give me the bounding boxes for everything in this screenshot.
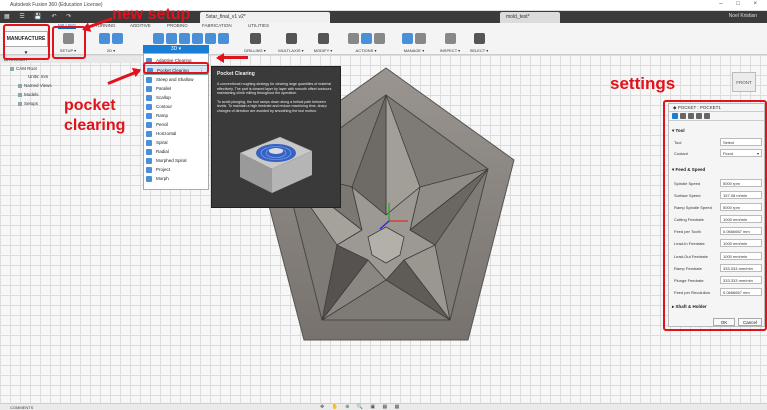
2d-pocket-icon	[112, 33, 123, 44]
3d-adaptive-icon	[153, 33, 164, 44]
3d-scallop-icon	[205, 33, 216, 44]
template-icon	[415, 33, 426, 44]
scissors-icon	[317, 33, 329, 44]
2d-adaptive-icon	[99, 33, 110, 44]
tree-models[interactable]: Models	[18, 92, 39, 97]
measure-icon	[444, 33, 456, 44]
arrow-to-3d-menu	[218, 56, 248, 59]
quick-access-toolbar[interactable]: ▦ ☰ 💾 ↶ ↷	[4, 13, 75, 20]
multiaxis-label: MULTI-AXIS ▾	[278, 48, 304, 53]
simulate-icon	[347, 33, 359, 44]
select-label: SELECT ▾	[469, 48, 489, 53]
ribbon-toolbar: MANUFACTURE ▾ MILLING TURNING ADDITIVE P…	[0, 23, 767, 56]
tooltip-title: Pocket Clearing	[217, 71, 255, 77]
document-tab-mold[interactable]: mold_test*	[500, 12, 560, 23]
eye-icon	[10, 66, 14, 71]
3d-parallel-icon	[179, 33, 190, 44]
threed-menu-header[interactable]: 3D ▾	[143, 45, 209, 53]
modify-group[interactable]: MODIFY ▾	[311, 33, 335, 53]
menu-item-morph[interactable]: Morph	[144, 174, 208, 184]
3d-spiral-icon	[218, 33, 229, 44]
3d-contour-icon	[192, 33, 203, 44]
radial-icon	[146, 149, 152, 155]
3d-pocket-icon	[166, 33, 177, 44]
workspace-highlight-box	[3, 24, 50, 60]
multiaxis-group[interactable]: MULTI-AXIS ▾	[276, 33, 306, 53]
folder-icon	[18, 101, 22, 106]
annotation-pocket-clearing: pocket clearing	[64, 97, 126, 134]
user-name[interactable]: Noel Kristian	[729, 13, 757, 19]
window-controls[interactable]: – □ ×	[719, 1, 763, 7]
parallel-icon	[146, 86, 152, 92]
tab-fabrication[interactable]: FABRICATION	[202, 23, 232, 28]
folder-icon	[18, 83, 22, 88]
morphed-spiral-icon	[146, 158, 152, 164]
actions-group[interactable]: ACTIONS ▾	[342, 33, 390, 53]
tree-setups[interactable]: Setups	[18, 101, 38, 106]
modify-label: MODIFY ▾	[313, 48, 333, 53]
manage-group[interactable]: MANAGE ▾	[398, 33, 430, 53]
pocket-clearing-highlight-box	[143, 62, 209, 74]
tooltip-paragraph-2: To avoid plunging, the tool ramps down a…	[217, 99, 327, 113]
drilling-group[interactable]: DRILLING ▾	[240, 33, 270, 53]
generate-icon	[360, 33, 372, 44]
bottom-bar: COMMENTS ✥ ✋ ⊕ 🔍 ▣ ▦ ▦	[0, 403, 767, 410]
annotation-new-setup: new setup	[112, 6, 191, 23]
post-process-icon	[373, 33, 385, 44]
drill-icon	[249, 33, 261, 44]
morph-icon	[146, 176, 152, 182]
settings-highlight-box	[663, 100, 767, 331]
tab-utilities[interactable]: UTILITIES	[248, 23, 269, 28]
spiral-icon	[146, 140, 152, 146]
setup-highlight-box	[52, 26, 86, 59]
tree-named-views[interactable]: Named Views	[18, 83, 52, 88]
manage-label: MANAGE ▾	[403, 48, 425, 53]
multiaxis-icon	[285, 33, 297, 44]
pocket-toolpath-preview-image	[239, 136, 313, 193]
app-title: Autodesk Fusion 360 (Education License)	[10, 2, 103, 8]
view-cube[interactable]: FRONT	[732, 72, 756, 92]
tooltip-paragraph-1: A conventional roughing strategy for cle…	[217, 82, 332, 96]
cursor-icon	[473, 33, 485, 44]
tree-units: Units: mm	[28, 74, 49, 79]
document-tab-5star[interactable]: 5star_final_v1 v2*	[200, 12, 330, 23]
tree-cam-root[interactable]: CAM Root	[10, 66, 37, 71]
tool-library-icon	[402, 33, 413, 44]
select-group[interactable]: SELECT ▾	[467, 33, 491, 53]
inspect-group[interactable]: INSPECT ▾	[435, 33, 465, 53]
steep-shallow-icon	[146, 77, 152, 83]
folder-icon	[18, 92, 22, 97]
annotation-settings: settings	[610, 74, 676, 93]
twod-group[interactable]: 2D ▾	[86, 33, 136, 53]
inspect-label: INSPECT ▾	[439, 48, 461, 53]
pocket-clearing-tooltip: Pocket Clearing A conventional roughing …	[211, 66, 341, 208]
project-icon	[146, 167, 152, 173]
navigation-toolbar[interactable]: ✥ ✋ ⊕ 🔍 ▣ ▦ ▦	[320, 404, 402, 410]
actions-label: ACTIONS ▾	[355, 48, 377, 53]
drilling-label: DRILLING ▾	[244, 48, 266, 53]
comments-panel[interactable]: COMMENTS	[10, 405, 33, 410]
twod-label: 2D ▾	[106, 48, 116, 53]
